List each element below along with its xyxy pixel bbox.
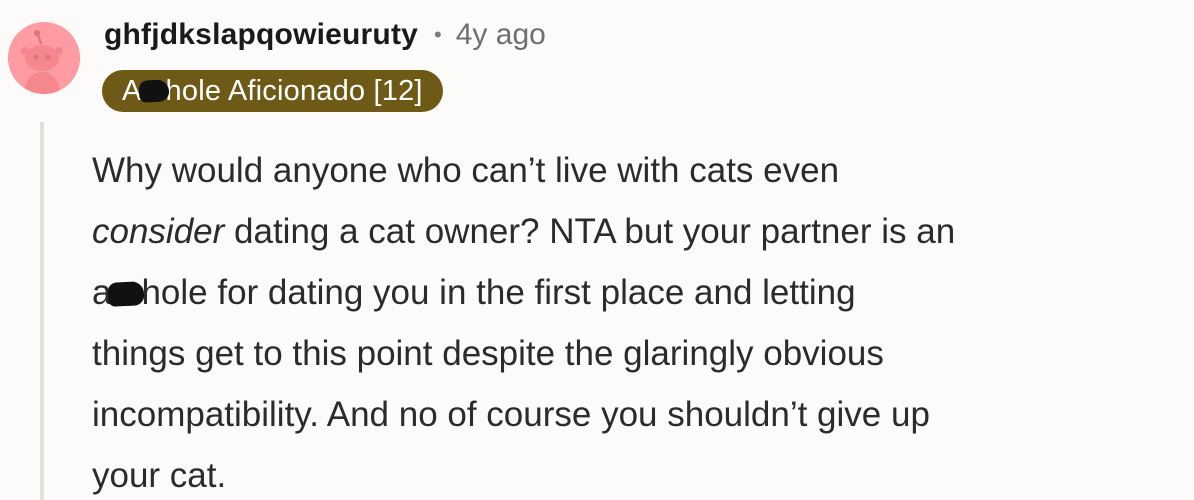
body-line-4: things get to this point despite the gla… [92, 334, 884, 373]
body-line-2: consider dating a cat owner? NTA but you… [92, 201, 1182, 262]
snoo-avatar-icon [8, 22, 80, 94]
separator-dot: • [434, 22, 442, 47]
timestamp: 4y ago [455, 18, 546, 51]
body-line-2-rest: dating a cat owner? NTA but your partner… [224, 212, 956, 251]
body-line-5: incompatibility. And no of course you sh… [92, 395, 930, 434]
user-flair: Ahole Aficionado [12] [102, 70, 443, 112]
censor-blob-icon [137, 78, 170, 103]
thread-line[interactable] [40, 122, 44, 500]
body-emphasis: consider [92, 212, 225, 251]
comment-body: Why would anyone who can’t live with cat… [92, 140, 1182, 500]
censor-blob-icon [107, 281, 146, 307]
comment: ghfjdkslapqowieuruty • 4y ago Ahole Afic… [0, 0, 1194, 500]
username[interactable]: ghfjdkslapqowieuruty [104, 18, 418, 52]
body-line-3-rest: hole for dating you in the first place a… [141, 273, 856, 312]
comment-meta: ghfjdkslapqowieuruty • 4y ago [104, 18, 546, 52]
body-line-6: your cat. [92, 456, 227, 495]
avatar[interactable] [8, 22, 80, 94]
flair-suffix: hole Aficionado [12] [165, 74, 423, 107]
body-line-3: a hole for dating you in the first place … [92, 262, 1182, 323]
body-line-1: Why would anyone who can’t live with cat… [92, 151, 840, 190]
